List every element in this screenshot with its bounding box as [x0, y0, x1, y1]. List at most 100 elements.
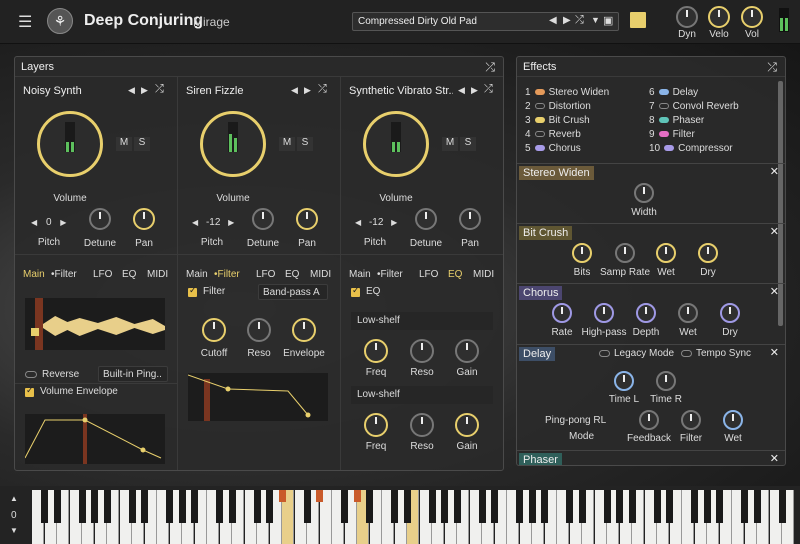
volume-knob[interactable] [37, 111, 103, 177]
keyboard-icon[interactable] [630, 12, 646, 28]
dropdown-icon[interactable]: ▼ [591, 15, 600, 25]
tab-main[interactable]: Main [349, 269, 371, 280]
wet-knob[interactable] [678, 303, 698, 323]
black-key[interactable] [41, 490, 48, 523]
black-key[interactable] [716, 490, 723, 523]
tempo-sync-toggle[interactable] [681, 350, 692, 357]
black-key[interactable] [566, 490, 573, 523]
pan-knob[interactable] [296, 208, 318, 230]
velo-knob[interactable] [708, 6, 730, 28]
layer-1-name[interactable]: Noisy Synth [23, 85, 82, 97]
detune-knob[interactable] [252, 208, 274, 230]
eq-band-2-type[interactable]: Low-shelf [351, 386, 493, 404]
black-key[interactable] [603, 490, 611, 523]
mute-button[interactable]: M [279, 137, 295, 151]
black-key[interactable] [191, 490, 198, 523]
volume-knob[interactable] [363, 111, 429, 177]
black-key[interactable] [516, 490, 523, 523]
layer-3-name[interactable]: Synthetic Vibrato Str.. [349, 85, 453, 97]
gain-knob[interactable] [455, 413, 479, 437]
filter-type-dropdown[interactable]: Band-pass A [258, 284, 328, 300]
bits-knob[interactable] [572, 243, 592, 263]
prev-icon[interactable]: ◀ [458, 85, 465, 96]
tab-filter[interactable]: •Filter [214, 269, 240, 280]
tab-main[interactable]: Main [186, 269, 208, 280]
effects-shuffle-icon[interactable]: ⤮ [767, 60, 777, 75]
effect-item[interactable]: 2 Distortion [525, 101, 591, 112]
tab-lfo[interactable]: LFO [419, 269, 438, 280]
black-key[interactable] [78, 490, 86, 523]
play-marker-icon[interactable] [31, 328, 39, 336]
cutoff-knob[interactable] [202, 318, 226, 342]
reso-knob[interactable] [247, 318, 271, 342]
depth-knob[interactable] [636, 303, 656, 323]
close-icon[interactable]: ✕ [770, 225, 779, 238]
octave-down-icon[interactable]: ▼ [10, 526, 18, 535]
black-key[interactable] [653, 490, 661, 523]
layer-2-name[interactable]: Siren Fizzle [186, 85, 243, 97]
pitch-stepper[interactable]: ◀ 0 ▶ [31, 217, 73, 231]
black-key[interactable] [178, 490, 186, 523]
black-key[interactable] [478, 490, 486, 523]
effect-item[interactable]: 5 Chorus [525, 143, 581, 154]
freq-knob[interactable] [364, 339, 388, 363]
black-key[interactable] [403, 490, 411, 523]
shuffle-icon[interactable]: ⤮ [155, 83, 164, 96]
tab-eq[interactable]: EQ [122, 269, 136, 280]
black-key[interactable] [541, 490, 548, 523]
black-key[interactable] [266, 490, 273, 523]
dry-knob[interactable] [720, 303, 740, 323]
black-key[interactable] [366, 490, 373, 523]
pitch-stepper[interactable]: ◀ -12 ▶ [355, 217, 403, 231]
menu-icon[interactable]: ☰ [18, 12, 32, 32]
black-key[interactable] [166, 490, 173, 523]
filter-envelope-graph[interactable] [188, 373, 328, 421]
samp-rate-knob[interactable] [615, 243, 635, 263]
pitch-stepper[interactable]: ◀ -12 ▶ [192, 217, 240, 231]
filter-checkbox[interactable] [188, 285, 197, 297]
effect-item[interactable]: 4 Reverb [525, 129, 581, 140]
pan-knob[interactable] [133, 208, 155, 230]
next-icon[interactable]: ▶ [471, 85, 478, 96]
wet-knob[interactable] [723, 410, 743, 430]
black-key[interactable] [741, 490, 748, 523]
tab-midi[interactable]: MIDI [147, 269, 168, 280]
tab-eq[interactable]: EQ [448, 269, 462, 280]
detune-knob[interactable] [415, 208, 437, 230]
black-key[interactable] [428, 490, 436, 523]
black-key[interactable] [691, 490, 698, 523]
layers-shuffle-icon[interactable]: ⤮ [485, 60, 495, 75]
time-l-knob[interactable] [614, 371, 634, 391]
black-key[interactable] [103, 490, 111, 523]
tab-lfo[interactable]: LFO [256, 269, 275, 280]
eq-checkbox[interactable] [351, 285, 360, 297]
close-icon[interactable]: ✕ [770, 285, 779, 298]
octave-up-icon[interactable]: ▲ [10, 494, 18, 503]
black-key[interactable] [253, 490, 261, 523]
tab-filter[interactable]: •Filter [377, 269, 403, 280]
prev-icon[interactable]: ◀ [291, 85, 298, 96]
prev-preset-icon[interactable]: ◀ [549, 15, 557, 26]
black-key[interactable] [341, 490, 348, 523]
dry-knob[interactable] [698, 243, 718, 263]
next-icon[interactable]: ▶ [141, 85, 148, 96]
effect-item[interactable]: 3 Bit Crush [525, 115, 590, 126]
close-icon[interactable]: ✕ [770, 452, 779, 465]
tab-filter[interactable]: •Filter [51, 269, 77, 280]
effect-item[interactable]: 8 Phaser [649, 115, 704, 126]
black-key[interactable] [316, 490, 323, 502]
preset-selector[interactable]: Compressed Dirty Old Pad ◀ ▶ ⤮ ▼ ▣ [352, 12, 619, 31]
sample-dropdown[interactable]: Built-in Ping.. [98, 366, 168, 382]
feedback-knob[interactable] [639, 410, 659, 430]
black-key[interactable] [666, 490, 673, 523]
reso-knob[interactable] [410, 339, 434, 363]
black-key[interactable] [353, 490, 361, 502]
shuffle-preset-icon[interactable]: ⤮ [575, 14, 584, 27]
solo-button[interactable]: S [134, 137, 150, 151]
pan-knob[interactable] [459, 208, 481, 230]
dyn-knob[interactable] [676, 6, 698, 28]
tab-main[interactable]: Main [23, 269, 45, 280]
effect-item[interactable]: 7 Convol Reverb [649, 101, 739, 112]
black-key[interactable] [228, 490, 236, 523]
time-r-knob[interactable] [656, 371, 676, 391]
